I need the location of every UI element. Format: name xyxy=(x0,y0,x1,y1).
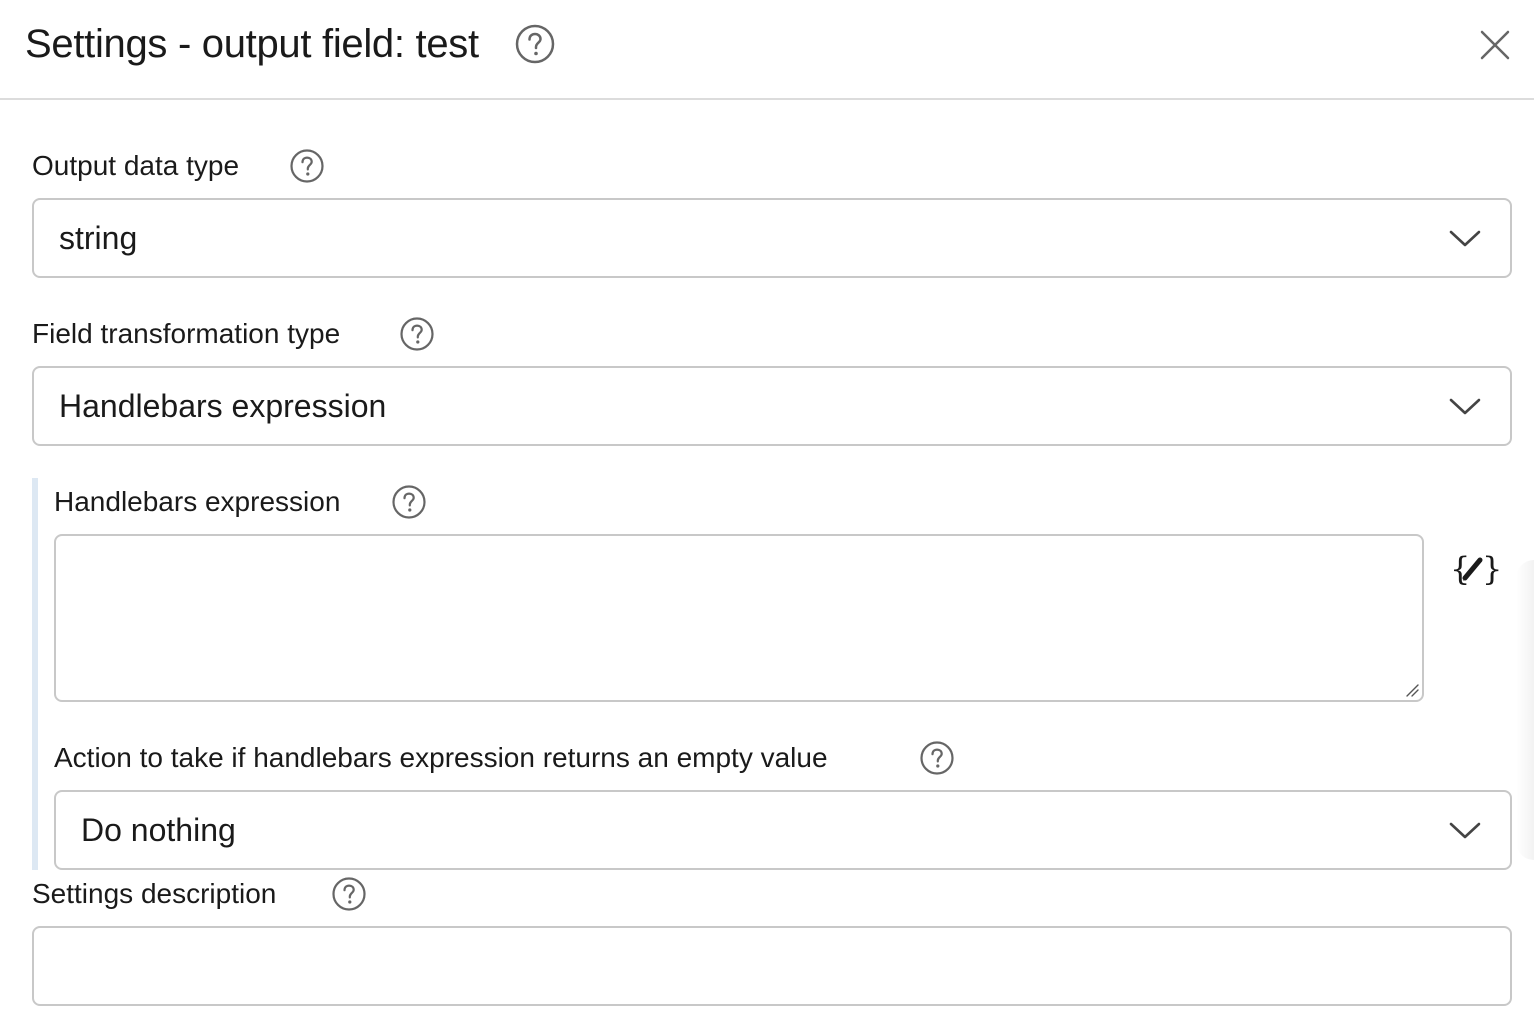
settings-description-help-icon[interactable] xyxy=(332,877,366,911)
field-transformation-type-label: Field transformation type xyxy=(32,318,341,349)
nested-section-indicator xyxy=(32,478,38,870)
field-transformation-type-value: Handlebars expression xyxy=(59,388,387,424)
empty-value-action-select[interactable]: Do nothing xyxy=(54,790,1512,870)
chevron-down-icon xyxy=(1449,398,1481,415)
empty-value-action-help-icon[interactable] xyxy=(920,741,954,775)
output-data-type-label: Output data type xyxy=(32,150,240,181)
svg-text:{: { xyxy=(1450,550,1470,588)
settings-description-label: Settings description xyxy=(32,878,277,909)
output-data-type-value: string xyxy=(59,220,138,256)
empty-value-action-value: Do nothing xyxy=(81,812,236,848)
chevron-down-icon xyxy=(1449,822,1481,839)
field-transformation-type-select[interactable]: Handlebars expression xyxy=(32,366,1512,446)
panel-title: Settings - output field: test xyxy=(25,22,479,66)
close-icon[interactable] xyxy=(1472,22,1518,68)
settings-panel: Settings - output field: test Output dat… xyxy=(0,0,1534,1036)
handlebars-expression-textarea[interactable] xyxy=(54,534,1424,702)
resize-grip-icon[interactable] xyxy=(1403,681,1419,697)
title-help-icon[interactable] xyxy=(515,24,555,64)
handlebars-expression-label: Handlebars expression xyxy=(54,486,341,517)
field-transformation-type-help-icon[interactable] xyxy=(400,317,434,351)
edge-shadow xyxy=(1516,560,1534,860)
settings-description-input[interactable] xyxy=(32,926,1512,1006)
output-data-type-select[interactable]: string xyxy=(32,198,1512,278)
svg-text:}: } xyxy=(1482,550,1502,588)
panel-header: Settings - output field: test xyxy=(0,0,1534,100)
handlebars-edit-icon[interactable]: { } xyxy=(1448,548,1504,590)
empty-value-action-label: Action to take if handlebars expression … xyxy=(54,742,828,773)
handlebars-expression-help-icon[interactable] xyxy=(392,485,426,519)
output-data-type-help-icon[interactable] xyxy=(290,149,324,183)
chevron-down-icon xyxy=(1449,230,1481,247)
